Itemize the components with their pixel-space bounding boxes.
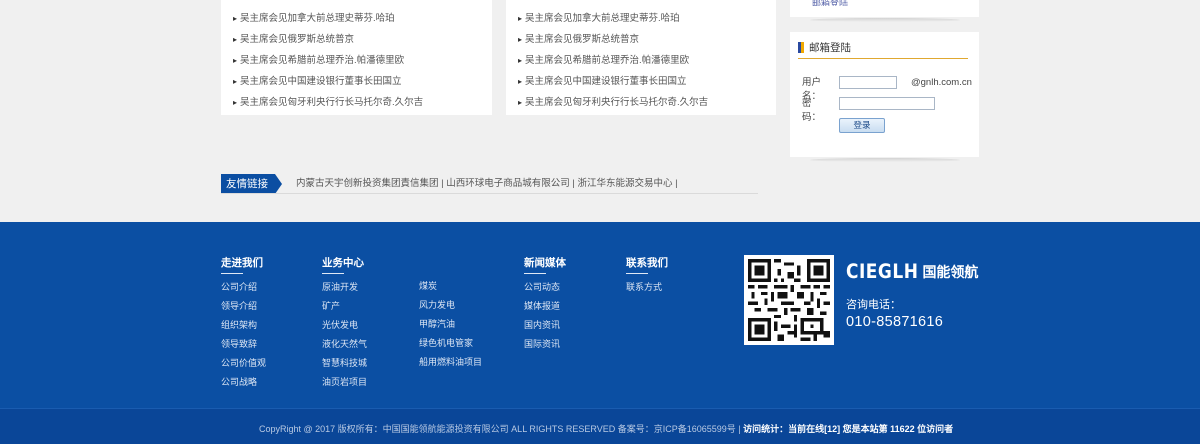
- news-item[interactable]: 吴主席会见希腊前总理乔治.帕潘德里欧: [233, 50, 492, 71]
- qr-code-icon: [744, 255, 834, 345]
- footer: 走进我们 公司介绍 领导介绍 组织架构 领导致辞 公司价值观 公司战略 业务中心…: [0, 222, 1200, 444]
- footer-link[interactable]: 船用燃料油项目: [419, 353, 482, 372]
- footer-col-business: 业务中心 原油开发 矿产 光伏发电 液化天然气 智慧科技城 油页岩项目: [322, 256, 367, 392]
- footer-link[interactable]: 光伏发电: [322, 316, 367, 335]
- visit-stats: 访问统计：当前在线[12] 您是本站第 11622 位访问者: [743, 424, 954, 434]
- news-list-right: 吴主席会见加拿大前总理史蒂芬.哈珀 吴主席会见俄罗斯总统普京 吴主席会见希腊前总…: [506, 8, 776, 113]
- password-input[interactable]: [839, 97, 935, 110]
- news-item[interactable]: 吴主席会见加拿大前总理史蒂芬.哈珀: [233, 8, 492, 29]
- footer-col-title: 新闻媒体: [524, 257, 566, 269]
- footer-link[interactable]: 智慧科技城: [322, 354, 367, 373]
- news-item[interactable]: 吴主席会见加拿大前总理史蒂芬.哈珀: [518, 8, 776, 29]
- mail-title-text: 邮箱登陆: [809, 42, 851, 54]
- footer-col-title: 走进我们: [221, 257, 263, 269]
- news-link[interactable]: 吴主席会见俄罗斯总统普京: [525, 34, 639, 45]
- mail-top-box: 邮箱登陆: [790, 0, 979, 17]
- footer-col-about: 走进我们 公司介绍 领导介绍 组织架构 领导致辞 公司价值观 公司战略: [221, 256, 266, 392]
- footer-col-news: 新闻媒体 公司动态 媒体报道 国内资讯 国际资讯: [524, 256, 566, 354]
- brand-cn: 国能领航: [922, 264, 979, 280]
- news-link[interactable]: 吴主席会见希腊前总理乔治.帕潘德里欧: [525, 55, 689, 66]
- footer-link[interactable]: 矿产: [322, 297, 367, 316]
- footer-link[interactable]: 组织架构: [221, 316, 266, 335]
- footer-col-underline: [322, 273, 344, 274]
- footer-link[interactable]: 绿色机电管家: [419, 334, 482, 353]
- password-row: 密 码：: [802, 97, 972, 123]
- news-item[interactable]: 吴主席会见希腊前总理乔治.帕潘德里欧: [518, 50, 776, 71]
- password-label: 密 码：: [802, 98, 822, 123]
- mail-bar-icon: [798, 42, 804, 53]
- news-panel-right: 吴主席会见加拿大前总理史蒂芬.哈珀 吴主席会见俄罗斯总统普京 吴主席会见希腊前总…: [506, 0, 776, 115]
- news-panel-left: 吴主席会见加拿大前总理史蒂芬.哈珀 吴主席会见俄罗斯总统普京 吴主席会见希腊前总…: [221, 0, 492, 115]
- brand-logo: CIEGLH 国能领航: [846, 260, 979, 284]
- box-shadow: [810, 158, 960, 162]
- footer-link[interactable]: 公司动态: [524, 278, 566, 297]
- footer-col-underline: [626, 273, 648, 274]
- news-link[interactable]: 吴主席会见匈牙利央行行长马托尔奇.久尔吉: [240, 97, 423, 108]
- brand-en: CIEGLH: [846, 260, 919, 284]
- footer-link[interactable]: 风力发电: [419, 296, 482, 315]
- domain-suffix: @gnlh.com.cn: [911, 77, 972, 88]
- username-input[interactable]: [839, 76, 897, 89]
- mail-login-box: 邮箱登陆 用户名： @gnlh.com.cn 密 码：: [790, 32, 979, 157]
- news-item[interactable]: 吴主席会见俄罗斯总统普京: [518, 29, 776, 50]
- mail-title-underline: [798, 58, 968, 59]
- copyright-bar: CopyRight @ 2017 版权所有：中国国能领航能源投资有限公司 ALL…: [0, 408, 1200, 444]
- news-item[interactable]: 吴主席会见匈牙利央行行长马托尔奇.久尔吉: [233, 92, 492, 113]
- footer-link[interactable]: 领导介绍: [221, 297, 266, 316]
- footer-col-title: 业务中心: [322, 257, 364, 269]
- username-row: 用户名： @gnlh.com.cn: [802, 76, 972, 102]
- footer-link[interactable]: 公司介绍: [221, 278, 266, 297]
- friend-links-label: 友情链接: [221, 174, 282, 194]
- news-link[interactable]: 吴主席会见俄罗斯总统普京: [240, 34, 354, 45]
- friend-links[interactable]: 内蒙古天宇创新投资集团責信集团 | 山西环球电子商品城有限公司 | 浙江华东能源…: [296, 178, 678, 190]
- copyright-text: CopyRight @ 2017 版权所有：中国国能领航能源投资有限公司 ALL…: [259, 422, 953, 435]
- footer-link[interactable]: 领导致辞: [221, 335, 266, 354]
- consult-phone: 010-85871616: [846, 314, 944, 330]
- footer-link[interactable]: 油页岩项目: [322, 373, 367, 392]
- friend-links-divider: [221, 193, 758, 194]
- login-button[interactable]: 登录: [839, 118, 885, 133]
- footer-link[interactable]: 公司价值观: [221, 354, 266, 373]
- footer-link[interactable]: 煤炭: [419, 277, 482, 296]
- news-link[interactable]: 吴主席会见匈牙利央行行长马托尔奇.久尔吉: [525, 97, 708, 108]
- footer-link[interactable]: 液化天然气: [322, 335, 367, 354]
- news-item[interactable]: 吴主席会见中国建设银行董事长田国立: [233, 71, 492, 92]
- news-list-left: 吴主席会见加拿大前总理史蒂芬.哈珀 吴主席会见俄罗斯总统普京 吴主席会见希腊前总…: [221, 8, 492, 113]
- footer-link[interactable]: 公司战略: [221, 373, 266, 392]
- news-link[interactable]: 吴主席会见希腊前总理乔治.帕潘德里欧: [240, 55, 404, 66]
- footer-link[interactable]: 媒体报道: [524, 297, 566, 316]
- box-shadow: [810, 18, 960, 22]
- news-item[interactable]: 吴主席会见匈牙利央行行长马托尔奇.久尔吉: [518, 92, 776, 113]
- footer-col-underline: [524, 273, 546, 274]
- copyright-main: CopyRight @ 2017 版权所有：中国国能领航能源投资有限公司 ALL…: [259, 424, 741, 434]
- consult-label: 咨询电话：: [846, 299, 901, 311]
- news-link[interactable]: 吴主席会见加拿大前总理史蒂芬.哈珀: [240, 13, 395, 24]
- footer-link[interactable]: 原油开发: [322, 278, 367, 297]
- footer-col-contact: 联系我们 联系方式: [626, 256, 668, 297]
- news-link[interactable]: 吴主席会见中国建设银行董事长田国立: [525, 76, 687, 87]
- news-item[interactable]: 吴主席会见俄罗斯总统普京: [233, 29, 492, 50]
- news-link[interactable]: 吴主席会见加拿大前总理史蒂芬.哈珀: [525, 13, 680, 24]
- news-link[interactable]: 吴主席会见中国建设银行董事长田国立: [240, 76, 402, 87]
- footer-col-title: 联系我们: [626, 257, 668, 269]
- footer-link[interactable]: 国内资讯: [524, 316, 566, 335]
- news-item[interactable]: 吴主席会见中国建设银行董事长田国立: [518, 71, 776, 92]
- mail-top-link[interactable]: 邮箱登陆: [812, 0, 848, 6]
- footer-link[interactable]: 甲醇汽油: [419, 315, 482, 334]
- footer-link[interactable]: 国际资讯: [524, 335, 566, 354]
- footer-link[interactable]: 联系方式: [626, 278, 668, 297]
- footer-col-underline: [221, 273, 243, 274]
- mail-title: 邮箱登陆: [798, 41, 851, 55]
- footer-col-business-2: 煤炭 风力发电 甲醇汽油 绿色机电管家 船用燃料油项目: [419, 277, 482, 372]
